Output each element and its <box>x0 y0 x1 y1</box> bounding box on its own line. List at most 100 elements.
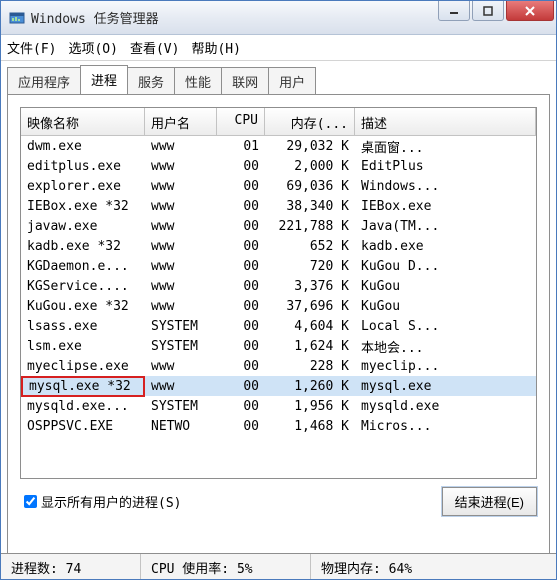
table-row[interactable]: myeclipse.exewww00228 Kmyeclip... <box>21 356 536 376</box>
bottom-row: 显示所有用户的进程(S) 结束进程(E) <box>20 487 537 516</box>
status-mem-usage: 物理内存: 64% <box>311 554 556 579</box>
tab-networking[interactable]: 联网 <box>221 67 269 96</box>
cell-user: SYSTEM <box>145 318 217 335</box>
cell-cpu: 00 <box>217 198 265 215</box>
cell-cpu: 00 <box>217 238 265 255</box>
statusbar: 进程数: 74 CPU 使用率: 5% 物理内存: 64% <box>1 553 556 579</box>
cell-memory: 2,000 K <box>265 158 355 175</box>
cell-cpu: 00 <box>217 178 265 195</box>
cell-memory: 720 K <box>265 258 355 275</box>
show-all-users-label[interactable]: 显示所有用户的进程(S) <box>20 492 181 511</box>
cell-cpu: 00 <box>217 418 265 435</box>
cell-image-name: javaw.exe <box>21 218 145 235</box>
status-cpu-usage: CPU 使用率: 5% <box>141 554 311 579</box>
cell-memory: 228 K <box>265 358 355 375</box>
cell-description: KuGou <box>355 278 536 295</box>
show-all-users-checkbox[interactable] <box>24 495 37 508</box>
menu-file[interactable]: 文件(F) <box>7 38 56 57</box>
table-row[interactable]: dwm.exewww0129,032 K桌面窗... <box>21 136 536 156</box>
cell-user: www <box>145 218 217 235</box>
table-row[interactable]: mysql.exe *32www001,260 Kmysql.exe <box>21 376 536 396</box>
cell-cpu: 00 <box>217 298 265 315</box>
cell-user: www <box>145 358 217 375</box>
table-row[interactable]: IEBox.exe *32www0038,340 KIEBox.exe <box>21 196 536 216</box>
cell-memory: 3,376 K <box>265 278 355 295</box>
cell-memory: 1,468 K <box>265 418 355 435</box>
cell-user: SYSTEM <box>145 398 217 415</box>
cell-user: NETWO <box>145 418 217 435</box>
cell-description: myeclip... <box>355 358 536 375</box>
cell-description: 桌面窗... <box>355 136 536 157</box>
cell-cpu: 00 <box>217 218 265 235</box>
cell-memory: 221,788 K <box>265 218 355 235</box>
list-body[interactable]: dwm.exewww0129,032 K桌面窗...editplus.exeww… <box>21 136 536 480</box>
tab-processes[interactable]: 进程 <box>80 65 128 94</box>
menubar: 文件(F) 选项(O) 查看(V) 帮助(H) <box>1 35 556 61</box>
end-process-button[interactable]: 结束进程(E) <box>442 487 537 516</box>
cell-user: www <box>145 378 217 395</box>
cell-description: kadb.exe <box>355 238 536 255</box>
cell-image-name: mysql.exe *32 <box>21 376 145 397</box>
tab-panel: 映像名称 用户名 CPU 内存(... 描述 dwm.exewww0129,03… <box>7 94 550 564</box>
cell-cpu: 00 <box>217 338 265 355</box>
cell-image-name: lsm.exe <box>21 338 145 355</box>
cell-image-name: IEBox.exe *32 <box>21 198 145 215</box>
table-row[interactable]: lsass.exeSYSTEM004,604 KLocal S... <box>21 316 536 336</box>
table-row[interactable]: mysqld.exe...SYSTEM001,956 Kmysqld.exe <box>21 396 536 416</box>
table-row[interactable]: lsm.exeSYSTEM001,624 K本地会... <box>21 336 536 356</box>
minimize-button[interactable] <box>438 1 470 21</box>
tab-performance[interactable]: 性能 <box>174 67 222 96</box>
cell-image-name: editplus.exe <box>21 158 145 175</box>
cell-user: www <box>145 178 217 195</box>
table-row[interactable]: kadb.exe *32www00652 Kkadb.exe <box>21 236 536 256</box>
col-cpu[interactable]: CPU <box>217 108 265 135</box>
table-row[interactable]: javaw.exewww00221,788 KJava(TM... <box>21 216 536 236</box>
status-process-count: 进程数: 74 <box>1 554 141 579</box>
col-description[interactable]: 描述 <box>355 108 536 135</box>
cell-cpu: 01 <box>217 138 265 155</box>
table-row[interactable]: editplus.exewww002,000 KEditPlus <box>21 156 536 176</box>
table-row[interactable]: explorer.exewww0069,036 KWindows... <box>21 176 536 196</box>
cell-description: mysqld.exe <box>355 398 536 415</box>
table-row[interactable]: KuGou.exe *32www0037,696 KKuGou <box>21 296 536 316</box>
cell-description: KuGou <box>355 298 536 315</box>
cell-image-name: KGDaemon.e... <box>21 258 145 275</box>
cell-memory: 4,604 K <box>265 318 355 335</box>
close-button[interactable] <box>506 1 554 21</box>
cell-description: Windows... <box>355 178 536 195</box>
menu-options[interactable]: 选项(O) <box>68 38 117 57</box>
cell-memory: 38,340 K <box>265 198 355 215</box>
cell-user: www <box>145 278 217 295</box>
col-user[interactable]: 用户名 <box>145 108 217 135</box>
cell-image-name: KuGou.exe *32 <box>21 298 145 315</box>
tab-applications[interactable]: 应用程序 <box>7 67 81 96</box>
cell-memory: 652 K <box>265 238 355 255</box>
tab-users[interactable]: 用户 <box>268 67 316 96</box>
cell-image-name: mysqld.exe... <box>21 398 145 415</box>
menu-view[interactable]: 查看(V) <box>130 38 179 57</box>
tab-services[interactable]: 服务 <box>127 67 175 96</box>
app-icon <box>9 10 25 26</box>
maximize-button[interactable] <box>472 1 504 21</box>
table-row[interactable]: KGDaemon.e...www00720 KKuGou D... <box>21 256 536 276</box>
cell-image-name: myeclipse.exe <box>21 358 145 375</box>
cell-memory: 37,696 K <box>265 298 355 315</box>
cell-description: mysql.exe <box>355 378 536 395</box>
col-memory[interactable]: 内存(... <box>265 108 355 135</box>
cell-user: www <box>145 198 217 215</box>
menu-help[interactable]: 帮助(H) <box>191 38 240 57</box>
cell-image-name: KGService.... <box>21 278 145 295</box>
cell-user: www <box>145 258 217 275</box>
cell-cpu: 00 <box>217 318 265 335</box>
cell-memory: 1,956 K <box>265 398 355 415</box>
cell-cpu: 00 <box>217 358 265 375</box>
titlebar: Windows 任务管理器 <box>1 1 556 35</box>
table-row[interactable]: OSPPSVC.EXENETWO001,468 KMicros... <box>21 416 536 436</box>
show-all-users-text: 显示所有用户的进程(S) <box>41 492 181 511</box>
cell-image-name: kadb.exe *32 <box>21 238 145 255</box>
table-row[interactable]: KGService....www003,376 KKuGou <box>21 276 536 296</box>
col-image-name[interactable]: 映像名称 <box>21 108 145 135</box>
cell-cpu: 00 <box>217 278 265 295</box>
cell-user: SYSTEM <box>145 338 217 355</box>
cell-description: IEBox.exe <box>355 198 536 215</box>
